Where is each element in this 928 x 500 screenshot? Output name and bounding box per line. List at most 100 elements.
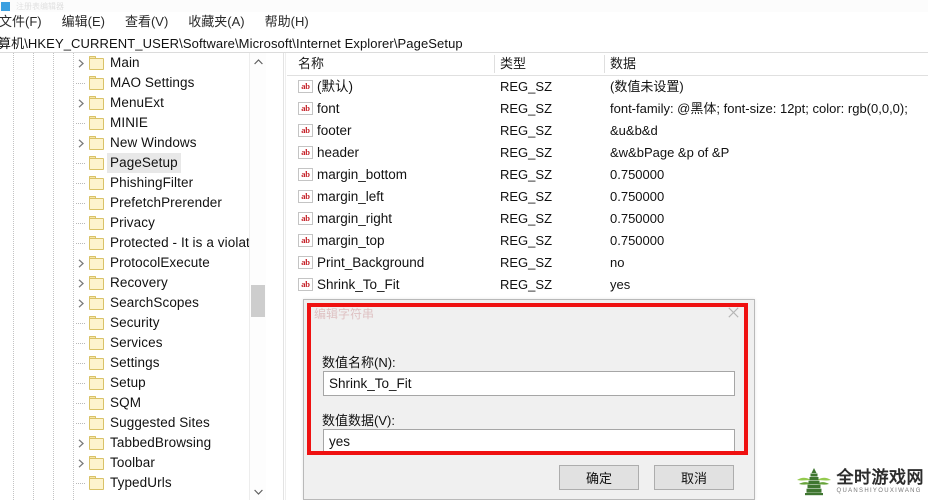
- tree-item-label: Protected - It is a violation of: [110, 235, 266, 250]
- tree-connector: [76, 383, 85, 384]
- tree-item-main[interactable]: Main: [0, 53, 266, 73]
- value-data-input[interactable]: yes: [323, 429, 735, 454]
- menu-favorites[interactable]: 收藏夹(A): [178, 12, 254, 32]
- value-type-cell: REG_SZ: [500, 167, 553, 182]
- tree-item-suggested-sites[interactable]: Suggested Sites: [0, 413, 266, 433]
- tree-item-label: Setup: [110, 375, 146, 390]
- tree-connector: [76, 323, 85, 324]
- address-bar[interactable]: 算机\HKEY_CURRENT_USER\Software\Microsoft\…: [0, 32, 928, 53]
- tree-item-new-windows[interactable]: New Windows: [0, 133, 266, 153]
- pane-divider[interactable]: [283, 53, 284, 500]
- tree-item-label: MenuExt: [110, 95, 164, 110]
- folder-icon: [89, 76, 105, 90]
- folder-icon: [89, 176, 105, 190]
- chevron-up-icon[interactable]: [250, 53, 266, 70]
- column-header-name[interactable]: 名称: [298, 53, 324, 75]
- tree-item-protocolexecute[interactable]: ProtocolExecute: [0, 253, 266, 273]
- string-value-icon: ab: [298, 168, 313, 181]
- edit-string-dialog[interactable]: 编辑字符串 数值名称(N): Shrink_To_Fit 数值数据(V): ye…: [303, 299, 755, 500]
- chevron-right-icon[interactable]: [74, 293, 88, 313]
- table-row[interactable]: ab margin_bottom REG_SZ 0.750000: [287, 164, 928, 186]
- tree-item-label: Suggested Sites: [110, 415, 210, 430]
- menu-edit[interactable]: 编辑(E): [52, 12, 115, 32]
- value-data-cell: no: [610, 255, 625, 270]
- folder-icon: [89, 376, 105, 390]
- table-row[interactable]: ab Shrink_To_Fit REG_SZ yes: [287, 274, 928, 296]
- column-header-type[interactable]: 类型: [500, 53, 526, 75]
- value-name-cell: margin_top: [317, 233, 385, 248]
- tree-item-security[interactable]: Security: [0, 313, 266, 333]
- tree-item-mao-settings[interactable]: MAO Settings: [0, 73, 266, 93]
- tree-item-privacy[interactable]: Privacy: [0, 213, 266, 233]
- tree-item-label: Toolbar: [110, 455, 155, 470]
- menu-view[interactable]: 查看(V): [115, 12, 178, 32]
- close-icon[interactable]: [718, 302, 748, 322]
- tree-item-label: PrefetchPrerender: [110, 195, 223, 210]
- tree-item-label: Privacy: [110, 215, 155, 230]
- tree-item-prefetchprerender[interactable]: PrefetchPrerender: [0, 193, 266, 213]
- tree-connector: [76, 83, 85, 84]
- folder-icon: [89, 416, 105, 430]
- table-row[interactable]: ab Print_Background REG_SZ no: [287, 252, 928, 274]
- value-data-cell: &u&b&d: [610, 123, 658, 138]
- tree-item-services[interactable]: Services: [0, 333, 266, 353]
- chevron-right-icon[interactable]: [74, 253, 88, 273]
- tree-item-protected-it-is-a-violation-of[interactable]: Protected - It is a violation of: [0, 233, 266, 253]
- tree-item-label: MAO Settings: [110, 75, 195, 90]
- chevron-right-icon[interactable]: [74, 133, 88, 153]
- value-type-cell: REG_SZ: [500, 277, 553, 292]
- folder-icon: [89, 336, 105, 350]
- folder-icon: [89, 436, 105, 450]
- value-name-input[interactable]: Shrink_To_Fit: [323, 371, 735, 396]
- tree-item-toolbar[interactable]: Toolbar: [0, 453, 266, 473]
- tree-item-menuext[interactable]: MenuExt: [0, 93, 266, 113]
- table-row[interactable]: ab (默认) REG_SZ (数值未设置): [287, 76, 928, 98]
- cancel-button[interactable]: 取消: [654, 465, 734, 490]
- chevron-right-icon[interactable]: [74, 93, 88, 113]
- menu-help[interactable]: 帮助(H): [255, 12, 319, 32]
- table-row[interactable]: ab margin_left REG_SZ 0.750000: [287, 186, 928, 208]
- table-row[interactable]: ab font REG_SZ font-family: @黑体; font-size:…: [287, 98, 928, 120]
- column-header-data[interactable]: 数据: [610, 53, 636, 75]
- tree-item-minie[interactable]: MINIE: [0, 113, 266, 133]
- tree-item-label: ProtocolExecute: [110, 255, 210, 270]
- chevron-right-icon[interactable]: [74, 453, 88, 473]
- tree-scrollbar[interactable]: [249, 53, 266, 500]
- column-separator-2[interactable]: [604, 55, 605, 73]
- tree-item-label: Recovery: [110, 275, 168, 290]
- tree-item-phishingfilter[interactable]: PhishingFilter: [0, 173, 266, 193]
- ok-button[interactable]: 确定: [559, 465, 639, 490]
- value-name-cell: header: [317, 145, 360, 160]
- string-value-icon: ab: [298, 102, 313, 115]
- tree-item-label: Main: [110, 55, 140, 70]
- table-row[interactable]: ab footer REG_SZ &u&b&d: [287, 120, 928, 142]
- tree-item-pagesetup[interactable]: PageSetup: [0, 153, 266, 173]
- value-data-cell: 0.750000: [610, 167, 665, 182]
- table-row[interactable]: ab margin_right REG_SZ 0.750000: [287, 208, 928, 230]
- tree-item-searchscopes[interactable]: SearchScopes: [0, 293, 266, 313]
- tree-item-settings[interactable]: Settings: [0, 353, 266, 373]
- tree-scrollbar-thumb[interactable]: [251, 285, 265, 317]
- tree-item-setup[interactable]: Setup: [0, 373, 266, 393]
- tree-item-tabbedbrowsing[interactable]: TabbedBrowsing: [0, 433, 266, 453]
- registry-tree-pane[interactable]: Main MAO Settings MenuExt MINIE New Windows P…: [0, 53, 266, 500]
- tree-item-label: PhishingFilter: [110, 175, 194, 190]
- tree-item-typedurls[interactable]: TypedUrls: [0, 473, 266, 493]
- value-name-cell: margin_right: [317, 211, 393, 226]
- tree-connector: [76, 163, 85, 164]
- menu-file[interactable]: 文件(F): [0, 12, 52, 32]
- chevron-right-icon[interactable]: [74, 53, 88, 73]
- string-value-icon: ab: [298, 190, 313, 203]
- table-row[interactable]: ab margin_top REG_SZ 0.750000: [287, 230, 928, 252]
- chevron-right-icon[interactable]: [74, 273, 88, 293]
- tree-item-recovery[interactable]: Recovery: [0, 273, 266, 293]
- chevron-right-icon[interactable]: [74, 433, 88, 453]
- column-separator-1[interactable]: [494, 55, 495, 73]
- tree-item-label: New Windows: [110, 135, 197, 150]
- tree-connector: [76, 343, 85, 344]
- tree-item-sqm[interactable]: SQM: [0, 393, 266, 413]
- table-row[interactable]: ab header REG_SZ &w&bPage &p of &P: [287, 142, 928, 164]
- chevron-down-icon[interactable]: [250, 483, 266, 500]
- tree-item-label: SQM: [110, 395, 142, 410]
- tree-item-label: Security: [110, 315, 160, 330]
